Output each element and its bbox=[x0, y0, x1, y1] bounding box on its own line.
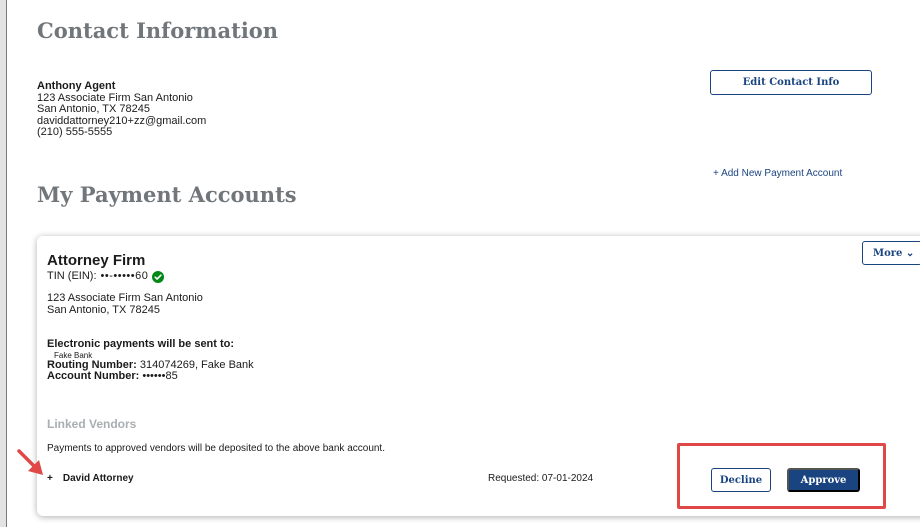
account-address-line1: 123 Associate Firm San Antonio bbox=[47, 292, 203, 304]
routing-value: 314074269, Fake Bank bbox=[139, 358, 254, 371]
payments-label: Electronic payments will be sent to: bbox=[47, 338, 235, 350]
tin-row: TIN (EIN): ••-•••••60 bbox=[47, 270, 254, 283]
tin-label: TIN (EIN): bbox=[47, 270, 97, 282]
account-address-line2: San Antonio, TX 78245 bbox=[47, 304, 160, 316]
linked-vendors-note: Payments to approved vendors will be dep… bbox=[47, 443, 385, 454]
red-arrow-annotation-icon bbox=[17, 449, 43, 475]
contact-info-heading: Contact Information bbox=[37, 18, 279, 43]
account-address: 123 Associate Firm San Antonio San Anton… bbox=[47, 292, 254, 316]
account-details: Attorney Firm TIN (EIN): ••-•••••60 123 … bbox=[47, 253, 254, 383]
account-label: Account Number: bbox=[47, 370, 140, 382]
payment-destination: Electronic payments will be sent to: Fak… bbox=[47, 338, 254, 383]
payment-accounts-heading: My Payment Accounts bbox=[37, 182, 297, 207]
contact-details: Anthony Agent 123 Associate Firm San Ant… bbox=[37, 80, 206, 139]
account-name: Attorney Firm bbox=[47, 252, 146, 269]
contact-name: Anthony Agent bbox=[37, 80, 116, 92]
check-circle-icon bbox=[152, 270, 165, 283]
contact-address-line2: San Antonio, TX 78245 bbox=[37, 103, 150, 115]
edit-contact-info-button[interactable]: Edit Contact Info bbox=[710, 70, 872, 95]
account-number-row: Account Number: ••••••85 bbox=[47, 370, 254, 383]
requested-date: Requested: 07-01-2024 bbox=[488, 473, 594, 484]
left-rule-divider bbox=[6, 0, 7, 527]
linked-vendors-title: Linked Vendors bbox=[47, 417, 137, 431]
add-new-payment-account-link[interactable]: + Add New Payment Account bbox=[713, 168, 842, 179]
more-menu-button[interactable]: More ⌄ bbox=[862, 241, 920, 265]
vendor-name: David Attorney bbox=[62, 473, 134, 484]
contact-phone: (210) 555-5555 bbox=[37, 126, 113, 138]
tin-value: ••-•••••60 bbox=[100, 270, 149, 282]
highlight-annotation-box bbox=[677, 443, 886, 509]
routing-label: Routing Number: bbox=[47, 358, 137, 371]
account-value: ••••••85 bbox=[142, 370, 178, 382]
vendor-row: + David Attorney bbox=[47, 473, 134, 484]
